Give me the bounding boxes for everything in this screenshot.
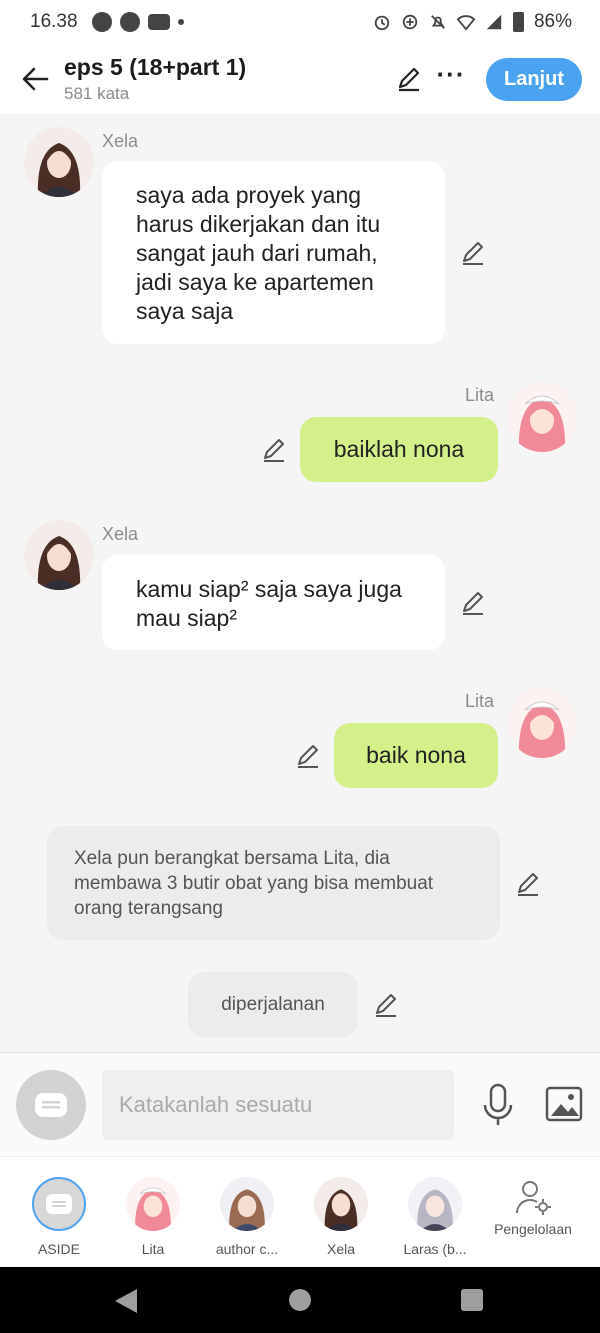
avatar-lita[interactable] [507,382,577,452]
char-label: Xela [326,1241,356,1257]
narration-bubble[interactable]: diperjalanan [188,972,358,1037]
aside-chat-icon [46,1194,72,1214]
status-bar: 16.38 86% [0,0,600,44]
char-tab-laras[interactable]: Laras (b... [389,1177,481,1257]
more-notifications-icon [177,19,184,25]
aside-button[interactable] [16,1070,86,1140]
char-tab-lita[interactable]: Lita [107,1177,199,1257]
edit-icon[interactable] [372,991,400,1019]
lita-avatar-image [507,382,577,452]
system-nav-bar [0,1267,600,1333]
data-saver-icon [402,14,418,30]
lita-avatar-image [126,1177,180,1231]
nav-home-icon[interactable] [289,1289,311,1311]
edit-icon[interactable] [459,589,487,617]
char-tab-management[interactable]: Pengelolaan [486,1177,580,1237]
edit-icon[interactable] [294,742,322,770]
edit-icon[interactable] [514,870,542,898]
speaker-name: Xela [102,524,139,544]
edit-icon[interactable] [260,436,288,464]
battery-percent: 86% [533,11,572,32]
laras-avatar [408,1177,462,1231]
battery-icon [512,12,524,32]
edit-icon[interactable] [459,239,487,267]
back-button[interactable] [18,62,52,96]
avatar-xela[interactable] [24,520,94,590]
author-avatar [220,1177,274,1231]
char-tab-xela[interactable]: Xela [295,1177,387,1257]
char-label: ASIDE [37,1241,80,1257]
next-button[interactable]: Lanjut [486,57,582,101]
back-arrow-icon [22,67,49,91]
char-label: Pengelolaan [494,1221,572,1237]
avatar-xela[interactable] [24,127,94,197]
narration-bubble[interactable]: Xela pun berangkat bersama Lita, dia mem… [47,826,500,940]
speaker-name: Xela [102,131,139,151]
aside-chat-icon [35,1093,67,1117]
wifi-icon [456,15,475,31]
avatar-lita[interactable] [507,688,577,758]
system-icons: 86% [373,11,572,33]
mic-icon[interactable] [481,1083,515,1127]
lita-avatar [126,1177,180,1231]
message-bubble[interactable]: baik nona [334,723,498,788]
xela-avatar-image [24,127,94,197]
char-label: author c... [215,1241,279,1257]
manage-user-icon [515,1181,551,1215]
pencil-icon [398,67,420,92]
status-time: 16.38 [30,11,78,32]
xela-avatar-image [24,520,94,590]
episode-title-area[interactable]: eps 5 (18+part 1) 581 kata [64,54,384,104]
more-button[interactable]: ··· [434,59,468,96]
char-label: Lita [141,1241,165,1257]
speed-notification-icon [119,12,140,32]
xela-avatar-image [314,1177,368,1231]
nav-recents-icon[interactable] [461,1289,483,1311]
laras-avatar-image [408,1177,462,1231]
alarm-icon [374,15,390,31]
char-tab-author[interactable]: author c... [201,1177,293,1257]
xela-avatar [314,1177,368,1231]
aside-avatar [32,1177,86,1231]
nav-back-icon[interactable] [115,1289,137,1313]
chat-area[interactable]: Xela saya ada proyek yang harus dikerjak… [0,114,600,1052]
edit-title-button[interactable] [392,62,426,96]
signal-icon [486,14,502,30]
message-input[interactable]: Katakanlah sesuatu [102,1070,454,1140]
word-count: 581 kata [64,84,130,103]
character-bar: ASIDE Lita author c... Xela Laras (b... … [0,1156,600,1267]
char-label: Laras (b... [403,1241,467,1257]
speaker-name: Lita [465,691,495,711]
more-icon: ··· [436,59,466,89]
app-header: eps 5 (18+part 1) 581 kata ··· Lanjut [0,44,600,114]
image-icon[interactable] [545,1086,583,1122]
notification-icons [91,12,184,32]
youtube-notification-icon [147,14,170,30]
episode-title: eps 5 (18+part 1) [64,54,247,80]
speaker-name: Lita [465,385,495,405]
char-tab-aside[interactable]: ASIDE [13,1177,105,1257]
mute-icon [431,15,445,29]
message-bubble[interactable]: saya ada proyek yang harus dikerjakan da… [102,161,445,344]
message-bubble[interactable]: baiklah nona [300,417,498,482]
chat-notification-icon [91,12,112,32]
message-bubble[interactable]: kamu siap² saja saya juga mau siap² [102,555,445,650]
author-avatar-image [220,1177,274,1231]
lita-avatar-image [507,688,577,758]
input-bar: Katakanlah sesuatu [0,1052,600,1156]
